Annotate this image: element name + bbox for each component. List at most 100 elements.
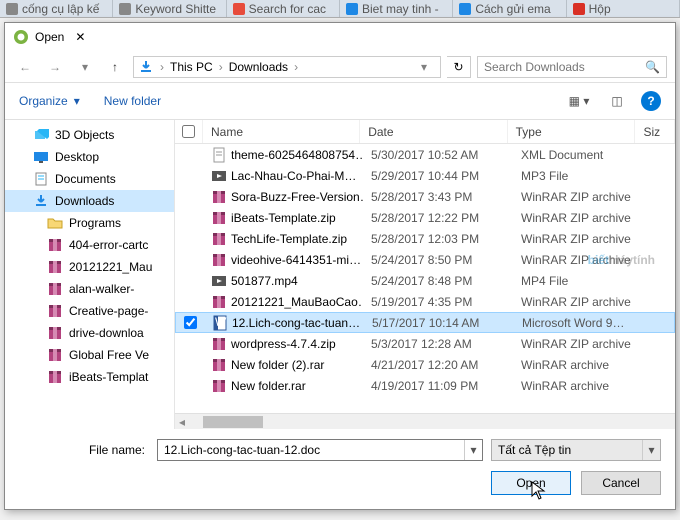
back-button[interactable]: ← (13, 55, 37, 79)
sidebar-item-label: iBeats-Templat (69, 370, 148, 384)
tab-favicon (459, 3, 471, 15)
browser-tab[interactable]: Keyword Shitte (113, 0, 226, 17)
file-row[interactable]: Sora-Buzz-Free-Version… 5/28/2017 3:43 P… (175, 186, 675, 207)
browser-tab[interactable]: Hộp (567, 0, 680, 17)
sidebar-item-label: Downloads (55, 194, 114, 208)
select-all-checkbox[interactable] (182, 125, 195, 138)
filename-dropdown-button[interactable]: ▾ (464, 440, 482, 460)
file-type: MP3 File (513, 169, 643, 183)
sidebar-item-label: 20121221_Mau (69, 260, 152, 274)
file-row[interactable]: TechLife-Template.zip 5/28/2017 12:03 PM… (175, 228, 675, 249)
open-button-label: Open (516, 476, 545, 490)
file-type: WinRAR ZIP archive (513, 295, 643, 309)
preview-pane-button[interactable]: ◫ (603, 90, 631, 112)
close-button[interactable]: ✕ (64, 26, 96, 48)
filename-input[interactable] (158, 440, 464, 460)
chevron-right-icon: › (160, 60, 164, 74)
filename-combo[interactable]: ▾ (157, 439, 483, 461)
sidebar-item-label: Programs (69, 216, 121, 230)
help-button[interactable]: ? (641, 91, 661, 111)
sidebar-item[interactable]: Documents (5, 168, 174, 190)
file-filter-combo[interactable]: Tất cả Tệp tin ▾ (491, 439, 661, 461)
sidebar-item-label: Desktop (55, 150, 99, 164)
file-date: 5/19/2017 4:35 PM (363, 295, 513, 309)
sidebar-item[interactable]: Creative-page- (5, 300, 174, 322)
file-row[interactable]: New folder (2).rar 4/21/2017 12:20 AM Wi… (175, 354, 675, 375)
browser-tab[interactable]: Search for cac (227, 0, 340, 17)
app-icon (13, 29, 29, 45)
search-icon: 🔍 (645, 60, 660, 74)
sidebar-item[interactable]: Desktop (5, 146, 174, 168)
file-row[interactable]: iBeats-Template.zip 5/28/2017 12:22 PM W… (175, 207, 675, 228)
forward-button[interactable]: → (43, 55, 67, 79)
file-row[interactable]: W12.Lich-cong-tac-tuan… 5/17/2017 10:14 … (175, 312, 675, 333)
file-row[interactable]: Lac-Nhau-Co-Phai-M… 5/29/2017 10:44 PM M… (175, 165, 675, 186)
sidebar-item-label: 404-error-cartc (69, 238, 148, 252)
search-input[interactable] (484, 60, 645, 74)
filename-label: File name: (19, 443, 149, 457)
sidebar-item[interactable]: Downloads (5, 190, 174, 212)
file-row[interactable]: videohive-6414351-mi… 5/24/2017 8:50 PM … (175, 249, 675, 270)
column-checkbox[interactable] (175, 120, 203, 143)
sidebar-item[interactable]: 20121221_Mau (5, 256, 174, 278)
sidebar-item[interactable]: Global Free Ve (5, 344, 174, 366)
sidebar-item[interactable]: alan-walker- (5, 278, 174, 300)
file-type: Microsoft Word 9… (514, 316, 644, 330)
sidebar-item[interactable]: 3D Objects (5, 124, 174, 146)
winrar-icon (47, 237, 63, 253)
sidebar-item-label: Documents (55, 172, 116, 186)
text-icon (211, 147, 227, 163)
recent-locations-button[interactable]: ▾ (73, 55, 97, 79)
column-date[interactable]: Date (360, 120, 507, 143)
file-row[interactable]: theme-6025464808754… 5/30/2017 10:52 AM … (175, 144, 675, 165)
breadcrumb-part[interactable]: This PC (170, 60, 213, 74)
column-size[interactable]: Siz (635, 120, 675, 143)
browser-tab-strip: cống cụ lập kế Keyword Shitte Search for c… (0, 0, 680, 18)
tab-label: cống cụ lập kế (22, 2, 99, 16)
browser-tab[interactable]: Cách gửi ema (453, 0, 566, 17)
file-type: WinRAR ZIP archive (513, 232, 643, 246)
folder-icon (47, 215, 63, 231)
tab-label: Search for cac (249, 2, 326, 16)
row-checkbox[interactable] (184, 316, 197, 329)
address-dropdown-button[interactable]: ▾ (412, 55, 436, 79)
scrollbar-thumb[interactable] (203, 416, 263, 428)
column-name[interactable]: Name (203, 120, 360, 143)
file-row[interactable]: 501877.mp4 5/24/2017 8:48 PM MP4 File (175, 270, 675, 291)
new-folder-button[interactable]: New folder (104, 94, 161, 108)
address-bar[interactable]: › This PC › Downloads › ▾ (133, 56, 441, 78)
breadcrumb-part[interactable]: Downloads (229, 60, 288, 74)
sidebar: 3D Objects Desktop Documents Downloads Progr… (5, 120, 175, 429)
view-options-button[interactable]: ▦ ▾ (565, 90, 593, 112)
sidebar-item[interactable]: drive-downloa (5, 322, 174, 344)
search-box[interactable]: 🔍 (477, 56, 667, 78)
file-date: 5/28/2017 12:03 PM (363, 232, 513, 246)
file-row[interactable]: 20121221_MauBaoCao… 5/19/2017 4:35 PM Wi… (175, 291, 675, 312)
tab-label: Hộp (589, 2, 611, 16)
browser-tab[interactable]: cống cụ lập kế (0, 0, 113, 17)
sidebar-item-label: Creative-page- (69, 304, 148, 318)
tab-label: Cách gửi ema (475, 2, 550, 16)
winrar-icon (211, 357, 227, 373)
downloads-icon (138, 59, 154, 75)
file-name: videohive-6414351-mi… (231, 253, 361, 267)
sidebar-item[interactable]: iBeats-Templat (5, 366, 174, 388)
video-icon (211, 273, 227, 289)
refresh-button[interactable]: ↻ (447, 56, 471, 78)
sidebar-item[interactable]: Programs (5, 212, 174, 234)
column-type[interactable]: Type (508, 120, 636, 143)
browser-tab[interactable]: Biet may tinh - (340, 0, 453, 17)
cancel-button[interactable]: Cancel (581, 471, 661, 495)
winrar-icon (211, 210, 227, 226)
sidebar-item-label: alan-walker- (69, 282, 134, 296)
up-button[interactable]: ↑ (103, 55, 127, 79)
horizontal-scrollbar[interactable]: ◂ (175, 413, 675, 429)
file-row[interactable]: wordpress-4.7.4.zip 5/3/2017 12:28 AM Wi… (175, 333, 675, 354)
filter-dropdown-button[interactable]: ▾ (642, 440, 660, 460)
open-button[interactable]: Open (491, 471, 571, 495)
sidebar-item[interactable]: 404-error-cartc (5, 234, 174, 256)
winrar-icon (47, 325, 63, 341)
3d-icon (33, 127, 49, 143)
file-row[interactable]: New folder.rar 4/19/2017 11:09 PM WinRAR… (175, 375, 675, 396)
organize-button[interactable]: Organize ▾ (19, 94, 80, 108)
